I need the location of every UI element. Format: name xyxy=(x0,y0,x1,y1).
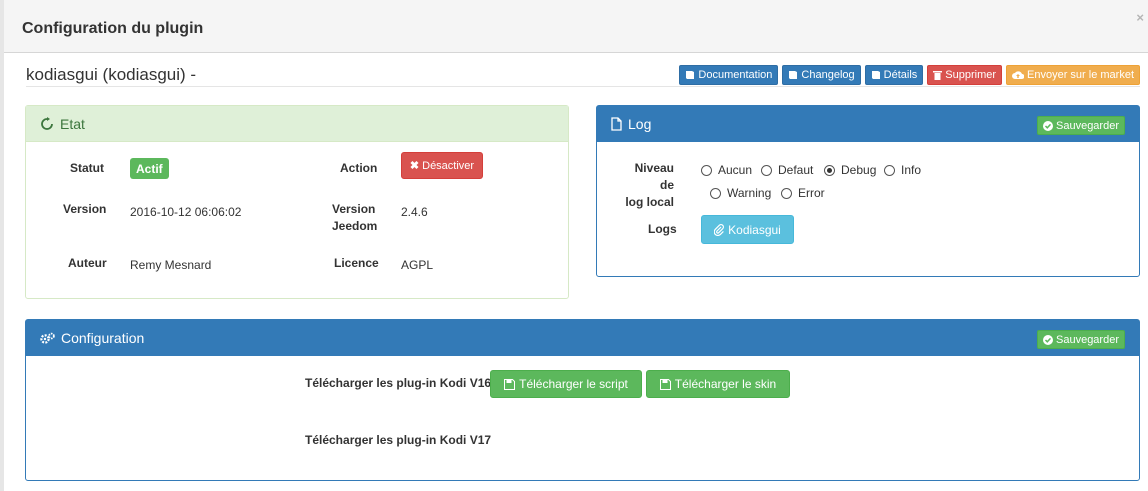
log-save-label: Sauvegarder xyxy=(1056,119,1119,132)
log-level-label-line1: Niveau de xyxy=(634,161,674,192)
radio-button[interactable] xyxy=(781,187,792,199)
book-icon xyxy=(789,71,798,79)
log-heading: Log xyxy=(628,116,652,132)
details-label: Détails xyxy=(883,69,918,81)
check-circle-icon xyxy=(1043,334,1053,345)
action-label: Action xyxy=(340,161,378,175)
state-heading: Etat xyxy=(60,115,85,132)
download-skin-button[interactable]: Télécharger le skin xyxy=(646,370,790,398)
plugin-actions: Documentation Changelog Détails Supprime… xyxy=(679,65,1140,85)
download-script-button[interactable]: Télécharger le script xyxy=(490,370,642,398)
paperclip-icon xyxy=(714,223,725,236)
radio-button[interactable] xyxy=(701,164,712,176)
log-level-radio-debug[interactable]: Debug xyxy=(824,163,876,177)
config-heading: Configuration xyxy=(61,330,145,346)
config-panel-heading: Configuration Sauvegarder xyxy=(26,320,1139,356)
author-value: Remy Mesnard xyxy=(130,258,212,272)
version-value: 2016-10-12 06:06:02 xyxy=(130,205,242,219)
license-label: Licence xyxy=(334,256,379,270)
log-panel: Log Sauvegarder xyxy=(596,105,1140,277)
v17-label: Télécharger les plug-in Kodi V17 xyxy=(305,433,492,447)
radio-button[interactable] xyxy=(884,164,895,176)
status-badge: Actif xyxy=(130,158,169,179)
divider xyxy=(26,86,1140,87)
times-icon: ✖ xyxy=(409,160,420,172)
config-panel: Configuration Sauvegarder xyxy=(25,319,1140,481)
deactivate-label: Désactiver xyxy=(422,159,475,172)
save-icon xyxy=(504,378,516,390)
jeedom-version-label: Version Jeedom xyxy=(332,201,378,235)
market-label: Envoyer sur le market xyxy=(1027,69,1134,81)
delete-label: Supprimer xyxy=(945,69,997,81)
log-panel-heading: Log Sauvegarder xyxy=(597,106,1139,142)
close-button[interactable]: × xyxy=(1136,10,1144,25)
details-button[interactable]: Détails xyxy=(864,65,924,85)
log-level-option-label: Warning xyxy=(727,186,772,200)
version-label: Version xyxy=(63,202,107,216)
v16-label: Télécharger les plug-in Kodi V16 xyxy=(305,376,492,390)
dialog-title: Configuration du plugin xyxy=(22,20,204,37)
cogs-icon xyxy=(40,332,55,344)
changelog-button[interactable]: Changelog xyxy=(782,65,861,85)
changelog-label: Changelog xyxy=(801,69,855,81)
log-level-option-label: Debug xyxy=(841,163,877,177)
jeedom-version-label-line2: Jeedom xyxy=(332,219,378,233)
delete-button[interactable]: Supprimer xyxy=(927,65,1003,85)
file-icon xyxy=(611,117,622,131)
logs-label: Logs xyxy=(648,222,677,236)
log-level-radio-aucun[interactable]: Aucun xyxy=(701,163,752,177)
download-skin-label: Télécharger le skin xyxy=(674,377,777,391)
jeedom-version-value: 2.4.6 xyxy=(401,205,428,219)
config-save-label: Sauvegarder xyxy=(1056,333,1119,346)
author-label: Auteur xyxy=(68,256,107,270)
book-icon xyxy=(871,71,880,79)
log-level-radio-error[interactable]: Error xyxy=(781,186,825,200)
radio-button-checked[interactable] xyxy=(824,164,835,176)
log-level-label-line2: log local xyxy=(625,195,674,209)
logs-kodiasgui-button[interactable]: Kodiasgui xyxy=(701,215,794,244)
documentation-button[interactable]: Documentation xyxy=(679,65,779,85)
documentation-label: Documentation xyxy=(698,69,773,81)
cloud-upload-icon xyxy=(1012,71,1025,79)
download-script-label: Télécharger le script xyxy=(519,377,628,391)
license-value: AGPL xyxy=(401,258,434,272)
log-level-option-label: Error xyxy=(798,186,825,200)
dialog-header: Configuration du plugin × xyxy=(4,0,1148,53)
log-level-radio-defaut[interactable]: Defaut xyxy=(761,163,813,177)
log-level-radio-info[interactable]: Info xyxy=(884,163,921,177)
logs-button-label: Kodiasgui xyxy=(728,222,781,237)
jeedom-version-label-line1: Version xyxy=(332,202,376,216)
log-level-label: Niveau de log local xyxy=(620,160,674,211)
left-shadow xyxy=(0,0,4,491)
radio-button[interactable] xyxy=(761,164,772,176)
save-icon xyxy=(659,378,671,390)
refresh-icon xyxy=(41,116,53,130)
status-label: Statut xyxy=(70,161,104,175)
book-icon xyxy=(686,71,695,79)
state-panel-heading: Etat xyxy=(26,106,568,142)
radio-button[interactable] xyxy=(710,187,721,199)
check-circle-icon xyxy=(1043,120,1053,131)
deactivate-button[interactable]: ✖ Désactiver xyxy=(401,152,483,179)
config-save-button[interactable]: Sauvegarder xyxy=(1037,330,1125,349)
log-level-option-label: Defaut xyxy=(778,163,814,177)
log-level-option-label: Info xyxy=(901,163,922,177)
market-button[interactable]: Envoyer sur le market xyxy=(1006,65,1140,85)
trash-icon xyxy=(933,71,943,80)
plugin-title: kodiasgui (kodiasgui) - xyxy=(26,65,197,84)
log-save-button[interactable]: Sauvegarder xyxy=(1037,116,1125,135)
log-level-option-label: Aucun xyxy=(718,163,753,177)
log-level-radio-warning[interactable]: Warning xyxy=(710,186,771,200)
